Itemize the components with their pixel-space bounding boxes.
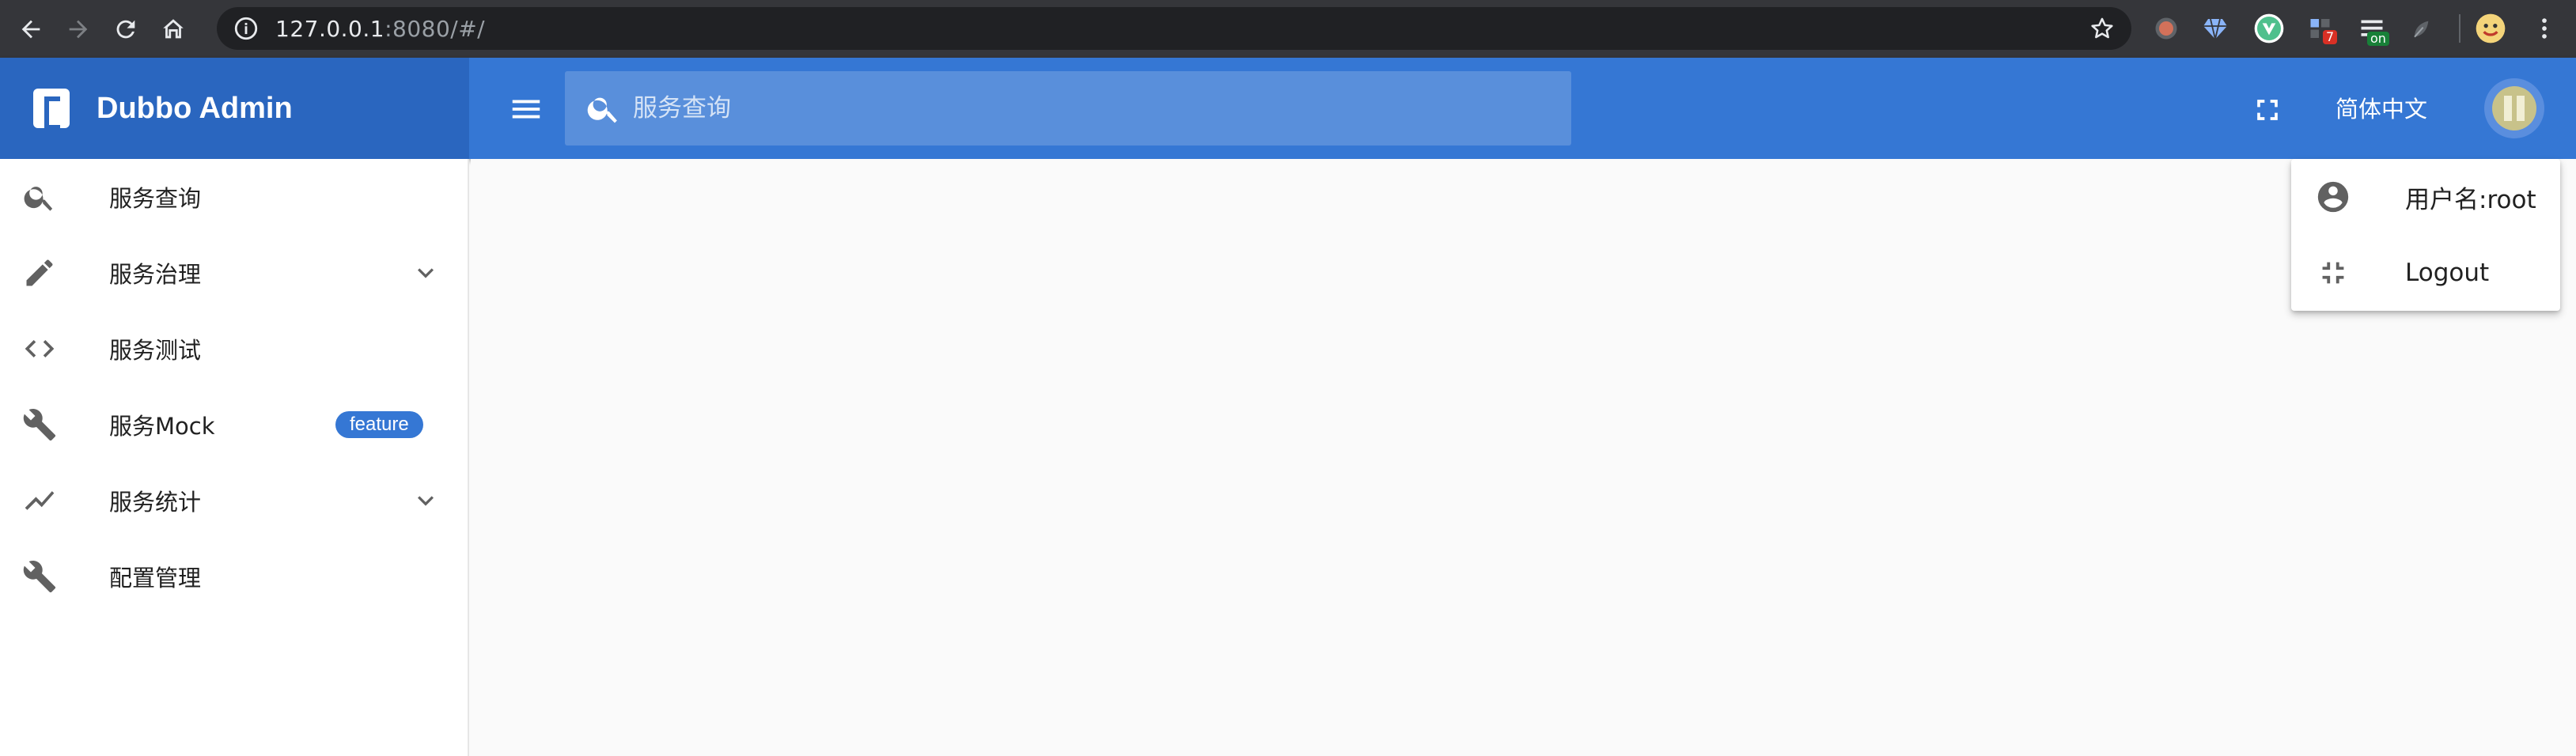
home-button[interactable] <box>155 11 191 47</box>
extension-badge: 7 <box>2323 30 2338 44</box>
sidebar-item-service-test[interactable]: 服务测试 <box>0 311 469 387</box>
dubbo-logo-icon <box>33 89 70 130</box>
sidebar-item-label: 配置管理 <box>109 565 202 592</box>
user-dropdown-menu: 用户名:root Logout <box>2291 159 2560 311</box>
sidebar-item-label: 服务统计 <box>109 489 202 516</box>
sidebar-item-label: 服务治理 <box>109 261 202 288</box>
app-bar: Dubbo Admin 简体中文 <box>0 58 2576 159</box>
chrome-menu-icon[interactable] <box>2529 13 2560 44</box>
account-circle-icon <box>2317 181 2349 213</box>
fullscreen-exit-icon <box>2322 262 2344 284</box>
wrench-icon <box>23 561 56 593</box>
forward-button[interactable] <box>60 11 97 47</box>
sidebar-item-label: 服务Mock <box>109 413 215 440</box>
home-icon <box>163 18 184 38</box>
address-bar[interactable]: 127.0.0.1:8080/#/ <box>217 7 2131 50</box>
sidebar-item-service-query[interactable]: 服务查询 <box>0 159 469 235</box>
feature-badge: feature <box>335 411 423 438</box>
leaf-extension-icon[interactable] <box>2405 13 2437 44</box>
bookmark-star-icon[interactable] <box>2089 15 2116 42</box>
sidebar: 服务查询 服务治理 服务测试 服务Mock feature 服务统计 配置管理 <box>0 159 469 756</box>
avatar-image <box>2492 86 2536 130</box>
username-label: 用户名:root <box>2405 185 2536 214</box>
reload-button[interactable] <box>108 11 144 47</box>
arrow-left-icon <box>21 20 40 38</box>
language-button[interactable]: 简体中文 <box>2335 91 2427 124</box>
list-extension-icon[interactable]: on <box>2356 13 2389 46</box>
sidebar-item-label: 服务查询 <box>109 185 202 212</box>
code-icon <box>25 340 55 357</box>
arrow-right-icon <box>69 20 88 38</box>
info-icon[interactable] <box>233 15 259 42</box>
back-button[interactable] <box>13 11 49 47</box>
chevron-down-icon[interactable] <box>410 485 441 516</box>
brand[interactable]: Dubbo Admin <box>0 58 469 159</box>
chevron-down-icon[interactable] <box>410 257 441 289</box>
wrench-icon <box>23 409 56 441</box>
app-title: Dubbo Admin <box>97 91 293 125</box>
sidebar-item-config-management[interactable]: 配置管理 <box>0 539 469 614</box>
extension-badge: on <box>2367 32 2389 46</box>
service-search[interactable] <box>565 71 1571 146</box>
username-item[interactable]: 用户名:root <box>2291 159 2560 235</box>
hamburger-menu-icon[interactable] <box>508 91 544 127</box>
logout-item[interactable]: Logout <box>2291 235 2560 311</box>
logout-label: Logout <box>2405 259 2490 287</box>
diamond-extension-icon[interactable] <box>2199 13 2231 44</box>
search-input[interactable] <box>633 94 1503 123</box>
pencil-icon <box>26 259 53 286</box>
profile-avatar-icon[interactable] <box>2475 13 2506 44</box>
search-icon <box>587 97 617 123</box>
sidebar-item-label: 服务测试 <box>109 337 202 364</box>
user-avatar[interactable] <box>2484 78 2544 138</box>
sidebar-item-service-statistics[interactable]: 服务统计 <box>0 463 469 539</box>
vue-devtools-icon[interactable] <box>2253 13 2285 44</box>
sidebar-item-service-governance[interactable]: 服务治理 <box>0 235 469 311</box>
record-extension-icon[interactable] <box>2150 13 2182 44</box>
url-text[interactable]: 127.0.0.1:8080/#/ <box>275 16 485 42</box>
main-content <box>471 159 2576 756</box>
grid-extension-icon[interactable]: 7 <box>2305 13 2338 44</box>
fullscreen-icon[interactable] <box>2250 93 2285 127</box>
search-icon <box>24 187 53 211</box>
browser-toolbar: 127.0.0.1:8080/#/ 7 on <box>0 0 2576 58</box>
sidebar-item-service-mock[interactable]: 服务Mock feature <box>0 387 469 463</box>
reload-icon <box>116 20 135 38</box>
trending-icon <box>25 491 55 510</box>
toolbar-divider <box>2459 14 2460 43</box>
